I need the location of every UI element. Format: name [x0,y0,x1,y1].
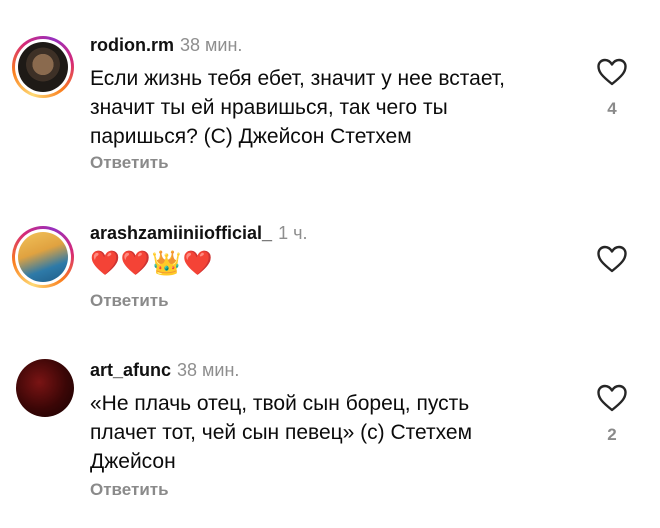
comment-timestamp: 1 ч. [278,223,308,243]
comment-header: arashzamiiniiofficial_ 1 ч. [90,223,307,244]
avatar-photo [18,232,68,282]
comment-line: значит ты ей нравишься, так чего ты [90,96,448,119]
comment-timestamp: 38 мин. [177,360,240,380]
comment-line: Джейсон [90,450,176,473]
comment-header: rodion.rm 38 мин. [90,35,242,56]
reply-button[interactable]: Ответить [90,291,169,311]
reply-button[interactable]: Ответить [90,480,169,500]
comment-line: плачет тот, чей сын певец» (с) Стетхем [90,421,473,444]
heart-outline-icon[interactable] [596,383,628,413]
heart-outline-icon[interactable] [596,57,628,87]
avatar-photo [16,359,74,417]
comment-text: Если жизнь тебя ебет, значит у нее встае… [90,64,570,151]
comment-emojis: ❤️❤️👑❤️ [90,250,214,277]
avatar[interactable] [12,226,74,288]
comment-line: Если жизнь тебя ебет, значит у нее встае… [90,67,505,90]
username-link[interactable]: rodion.rm [90,35,174,55]
like-count: 2 [607,425,617,444]
like-count: 4 [607,99,617,118]
comment-text: «Не плачь отец, твой сын борец, пусть пл… [90,389,570,476]
heart-outline-icon[interactable] [596,244,628,274]
avatar[interactable] [16,359,74,417]
username-link[interactable]: arashzamiiniiofficial_ [90,223,272,243]
comment-timestamp: 38 мин. [180,35,243,55]
username-link[interactable]: art_afunc [90,360,171,380]
comment-line: «Не плачь отец, твой сын борец, пусть [90,392,470,415]
comment-header: art_afunc 38 мин. [90,360,239,381]
avatar[interactable] [12,36,74,98]
reply-button[interactable]: Ответить [90,153,169,173]
comment-line: паришься? (С) Джейсон Стетхем [90,125,412,148]
avatar-photo [18,42,68,92]
